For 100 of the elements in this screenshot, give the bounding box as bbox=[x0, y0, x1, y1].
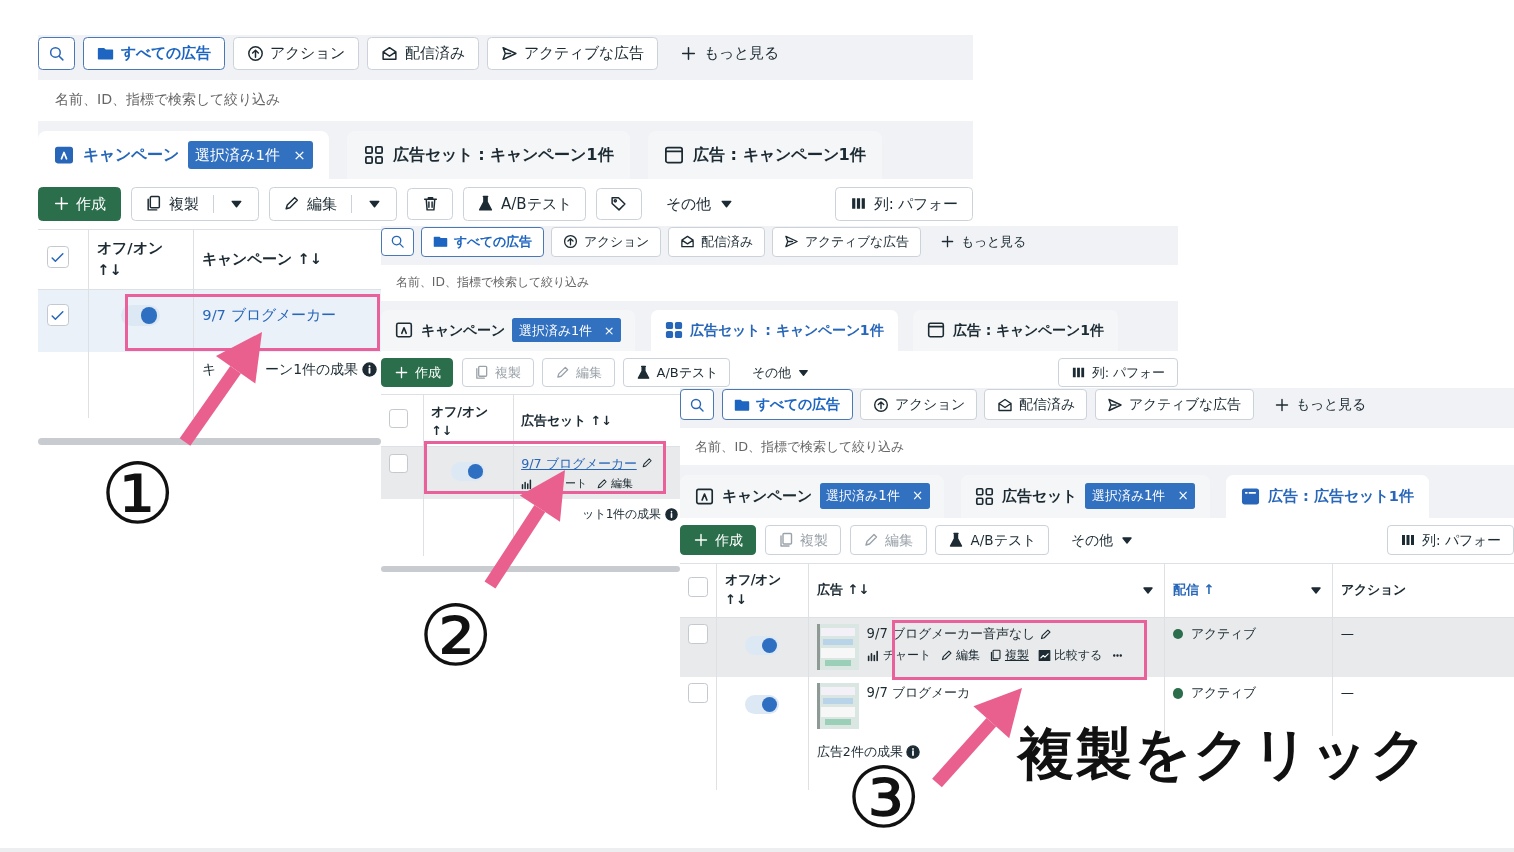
toolbar-button[interactable] bbox=[595, 187, 642, 221]
filter-button[interactable]: すべての広告 bbox=[721, 389, 853, 420]
search-icon bbox=[689, 396, 706, 413]
selection-chip[interactable]: 選択済み1件 × bbox=[819, 483, 930, 509]
filter-button[interactable]: アクション bbox=[550, 227, 661, 257]
checkbox[interactable] bbox=[687, 577, 708, 598]
tab[interactable]: キャンペーン 選択済み1件 × bbox=[38, 131, 330, 179]
row-action[interactable]: 編集 bbox=[939, 646, 980, 665]
filter-button[interactable]: すべての広告 bbox=[420, 227, 544, 257]
toolbar-button[interactable]: 作成 bbox=[381, 358, 454, 388]
column-header[interactable]: 配信 ↑ bbox=[1172, 580, 1215, 601]
envelope-icon bbox=[381, 44, 398, 62]
search-field[interactable]: 名前、ID、指標で検索して絞り込み bbox=[38, 79, 973, 121]
search-field[interactable]: 名前、ID、指標で検索して絞り込み bbox=[680, 428, 1514, 466]
tab[interactable]: キャンペーン 選択済み1件 × bbox=[381, 309, 636, 351]
row-action[interactable]: ート bbox=[521, 475, 588, 493]
filter-button[interactable]: 配信済み bbox=[667, 227, 765, 257]
name-link[interactable]: 9/7 ブログメーカ bbox=[866, 683, 971, 704]
toolbar-button[interactable]: A/Bテスト bbox=[622, 358, 731, 388]
flag-box-icon bbox=[395, 321, 414, 340]
toolbar-button[interactable]: 編集 bbox=[268, 187, 398, 221]
toolbar-button[interactable]: 作成 bbox=[38, 187, 121, 221]
pencil-icon bbox=[555, 365, 570, 381]
grid-icon bbox=[975, 486, 995, 506]
tab[interactable]: 広告 : キャンペーン1件 bbox=[647, 131, 883, 179]
selection-chip[interactable]: 選択済み1件 × bbox=[1085, 483, 1196, 509]
filter-button[interactable]: すべての広告 bbox=[83, 36, 225, 70]
column-header[interactable]: キャンペーン ↑↓ bbox=[202, 248, 323, 271]
status-dot bbox=[1172, 688, 1184, 699]
column-header[interactable]: オフ/オン ↑↓ bbox=[724, 570, 786, 610]
tab-label: キャンペーン bbox=[420, 320, 505, 340]
name-link[interactable]: 9/7 ブログメーカー bbox=[202, 304, 336, 327]
search-field[interactable]: 名前、ID、指標で検索して絞り込み bbox=[381, 264, 1178, 301]
filter-button[interactable]: もっと見る bbox=[666, 36, 793, 70]
name-link[interactable]: 9/7 ブログメーカー bbox=[521, 453, 637, 473]
flask-icon bbox=[477, 195, 495, 213]
tab[interactable]: 広告 : 広告セット1件 bbox=[1226, 474, 1429, 518]
tab[interactable]: 広告セット : キャンペーン1件 bbox=[347, 131, 630, 179]
row-action[interactable]: 編集 bbox=[596, 475, 633, 493]
tab[interactable]: 広告セット : キャンペーン1件 bbox=[650, 309, 898, 351]
selection-chip[interactable]: 選択済み1件 × bbox=[512, 317, 622, 343]
filter-button[interactable]: アクション bbox=[232, 36, 359, 70]
scrollbar[interactable] bbox=[381, 566, 680, 572]
close-button[interactable]: × bbox=[1177, 486, 1189, 507]
trash-icon bbox=[421, 195, 439, 213]
checkbox[interactable] bbox=[687, 683, 708, 704]
toolbar-button[interactable] bbox=[407, 187, 453, 221]
copy-icon bbox=[989, 649, 1003, 663]
toolbar-button[interactable]: A/Bテスト bbox=[462, 187, 587, 221]
plus-icon bbox=[680, 44, 697, 62]
pencil-icon bbox=[596, 478, 609, 490]
search-button[interactable] bbox=[680, 389, 715, 420]
search-button[interactable] bbox=[381, 227, 414, 257]
filter-button[interactable]: アクティブな広告 bbox=[1094, 389, 1254, 420]
toggle-switch[interactable] bbox=[745, 635, 780, 655]
column-header[interactable]: オフ/オン ↑↓ bbox=[97, 237, 165, 282]
row-action[interactable]: 複製 bbox=[989, 646, 1029, 665]
columns-button[interactable]: 列: パフォー bbox=[1386, 524, 1514, 556]
tab[interactable]: 広告セット 選択済み1件 × bbox=[960, 474, 1211, 518]
filter-button[interactable]: 配信済み bbox=[367, 36, 479, 70]
toggle-switch[interactable] bbox=[451, 462, 485, 481]
info-icon bbox=[362, 362, 378, 378]
filter-button[interactable]: アクティブな広告 bbox=[771, 227, 921, 257]
column-header[interactable]: オフ/オン ↑↓ bbox=[431, 401, 490, 440]
toolbar-button[interactable]: 複製 bbox=[130, 187, 259, 221]
toolbar-button[interactable]: A/Bテスト bbox=[935, 524, 1049, 556]
checkbox[interactable] bbox=[687, 624, 708, 645]
filter-button[interactable]: もっと見る bbox=[1261, 389, 1379, 420]
toolbar-button[interactable]: 作成 bbox=[680, 524, 757, 556]
flask-icon bbox=[635, 365, 651, 381]
scrollbar[interactable] bbox=[38, 438, 381, 445]
pencil-icon bbox=[1039, 627, 1053, 641]
close-button[interactable]: × bbox=[293, 143, 306, 167]
step-number: ① bbox=[100, 452, 176, 536]
checkbox[interactable] bbox=[46, 246, 69, 269]
checkbox[interactable] bbox=[388, 408, 408, 428]
tab-label: 広告セット : キャンペーン1件 bbox=[690, 320, 884, 340]
checkbox[interactable] bbox=[46, 304, 69, 327]
info-icon bbox=[664, 507, 678, 521]
row-action[interactable]: 比較する bbox=[1038, 646, 1103, 665]
filter-button[interactable]: アクティブな広告 bbox=[486, 36, 658, 70]
column-header[interactable]: 広告 ↑↓ bbox=[816, 580, 870, 601]
column-header[interactable]: アクション bbox=[1340, 580, 1406, 601]
close-button[interactable]: × bbox=[911, 486, 924, 507]
filter-button[interactable]: もっと見る bbox=[928, 227, 1038, 257]
toggle-switch[interactable] bbox=[745, 694, 780, 715]
tab-label: 広告 : キャンペーン1件 bbox=[692, 143, 866, 166]
tab-label: キャンペーン bbox=[721, 486, 812, 507]
tag-icon bbox=[610, 195, 628, 213]
close-button[interactable]: × bbox=[603, 320, 615, 340]
filter-button[interactable]: 配信済み bbox=[984, 389, 1088, 420]
selection-chip[interactable]: 選択済み1件 × bbox=[188, 140, 314, 170]
column-header[interactable]: 広告セット ↑↓ bbox=[521, 411, 612, 431]
search-button[interactable] bbox=[38, 37, 75, 70]
columns-button[interactable]: 列: パフォー bbox=[835, 187, 973, 221]
tab[interactable]: 広告 : キャンペーン1件 bbox=[913, 309, 1119, 351]
columns-button[interactable]: 列: パフォー bbox=[1058, 358, 1178, 388]
checkbox[interactable] bbox=[388, 453, 408, 473]
tab[interactable]: キャンペーン 選択済み1件 × bbox=[680, 474, 945, 518]
filter-button[interactable]: アクション bbox=[860, 389, 978, 420]
